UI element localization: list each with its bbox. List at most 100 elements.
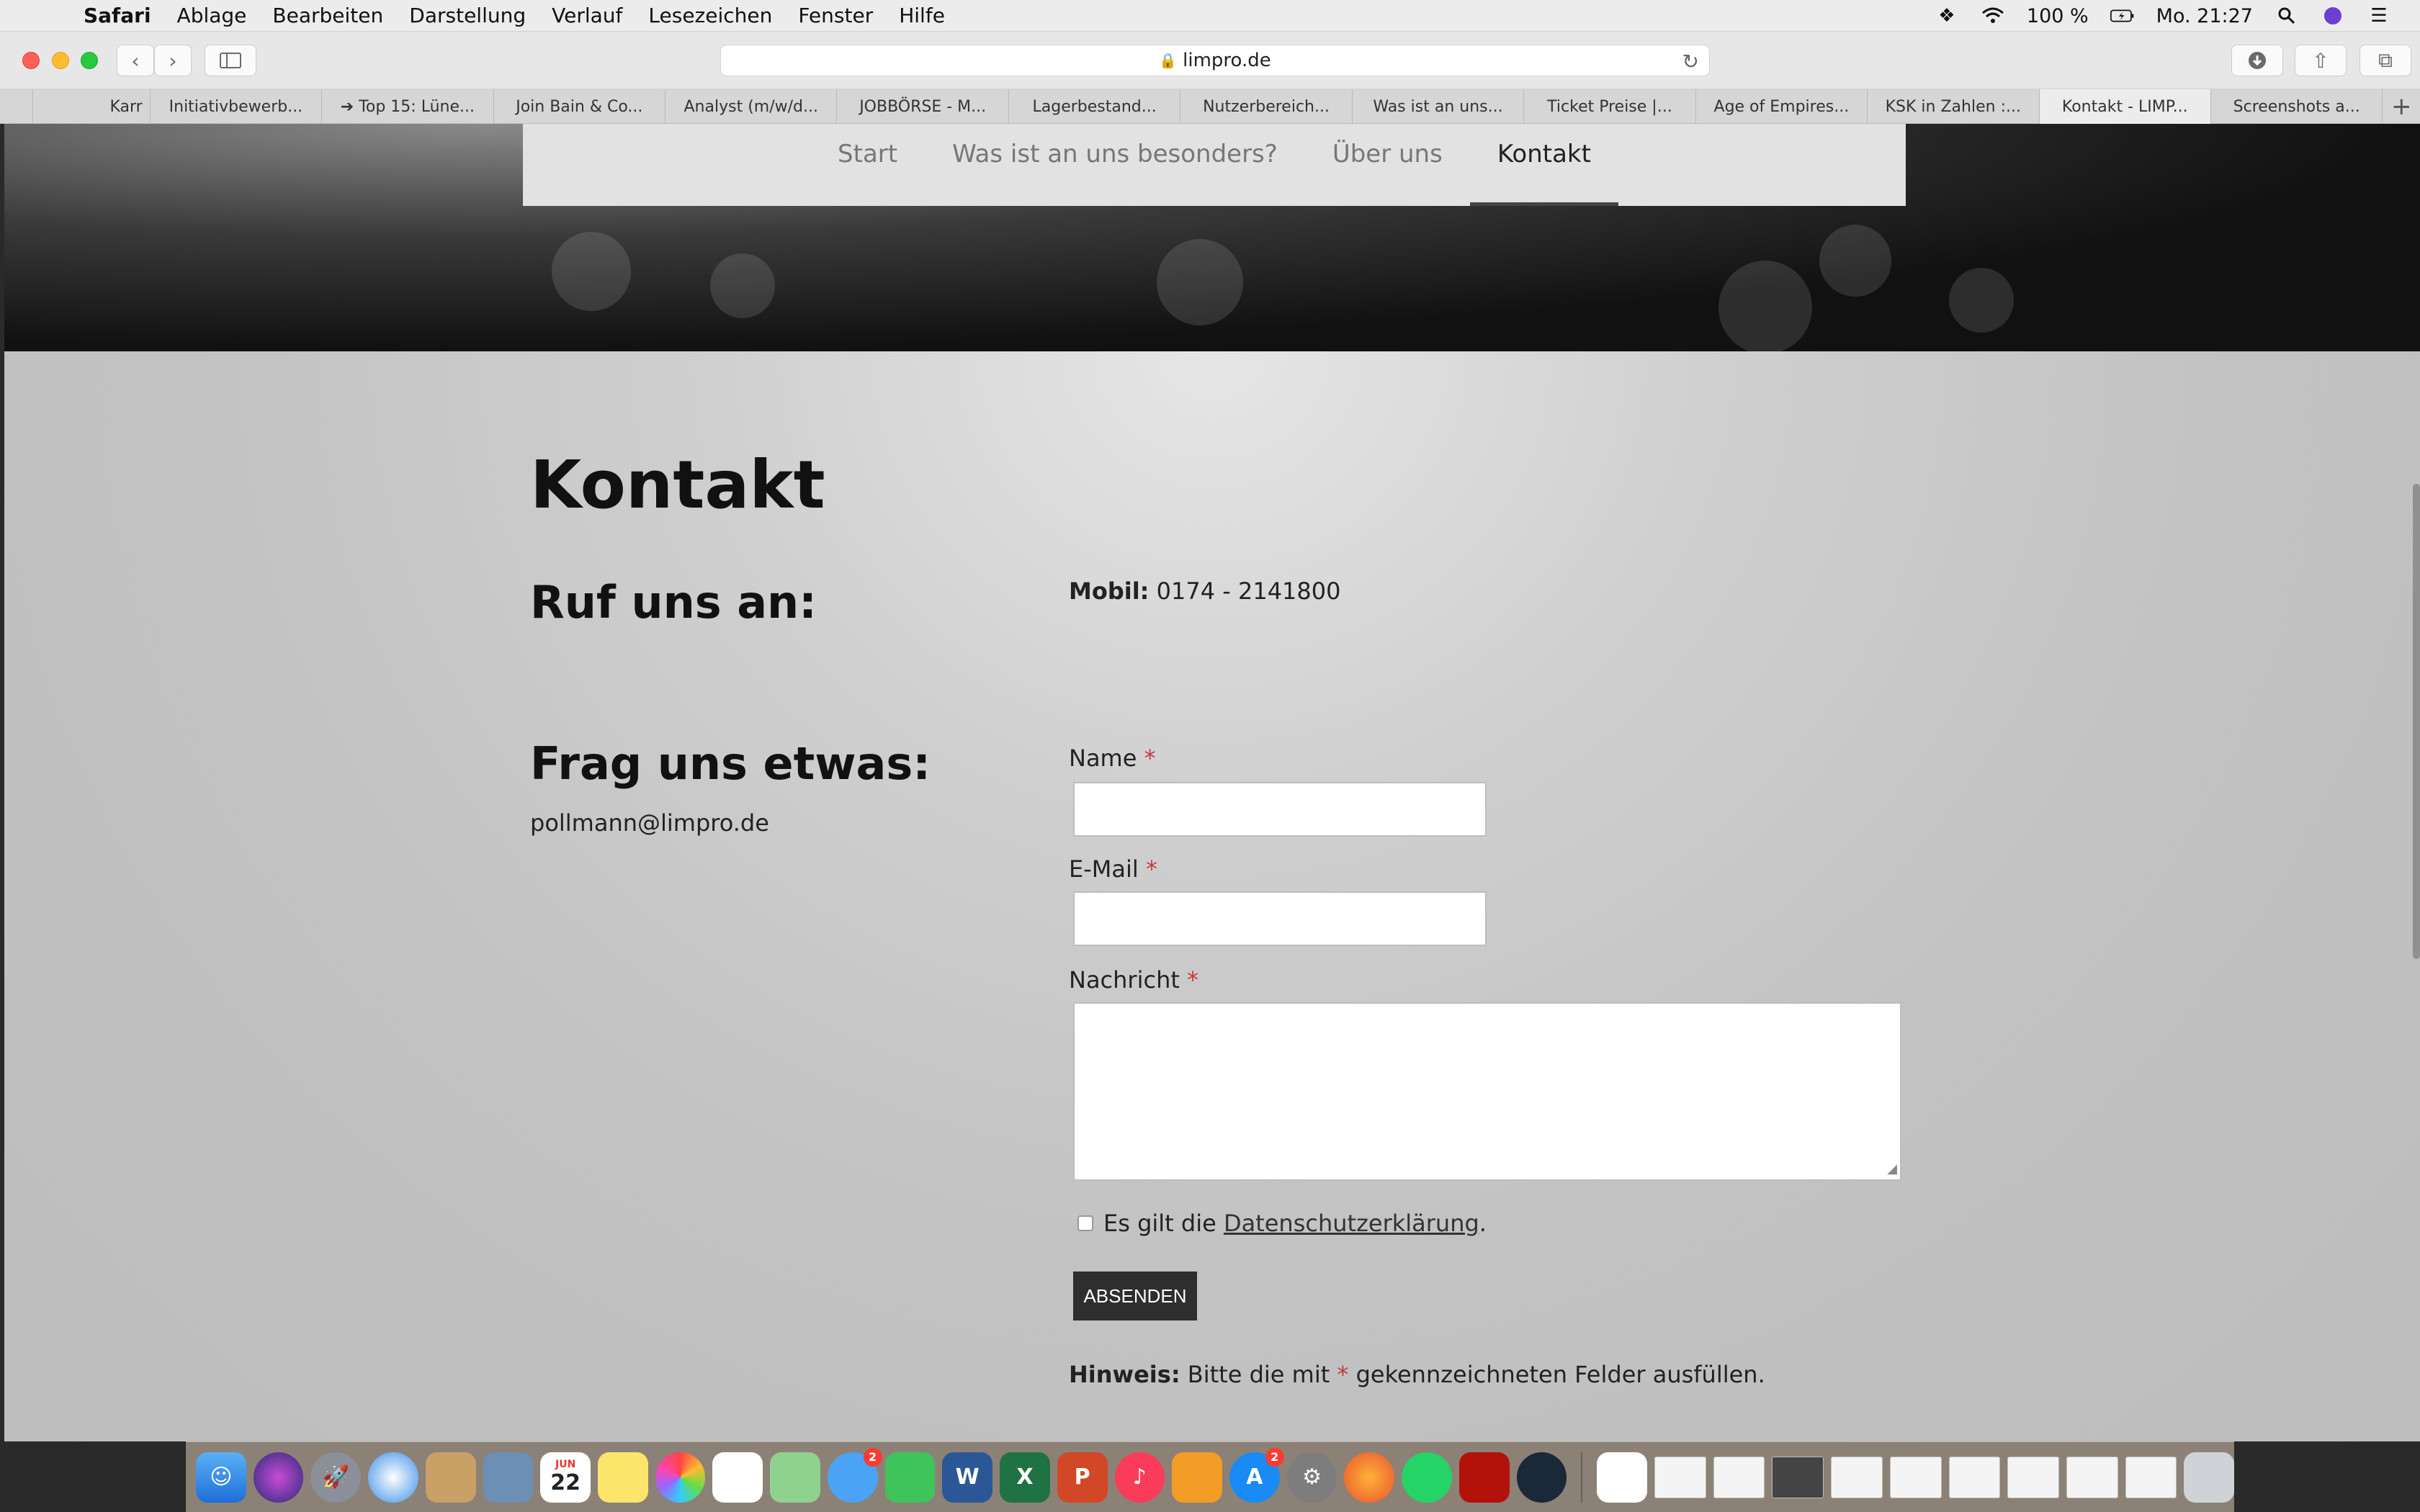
share-button[interactable]: ⇧ [2295,45,2347,76]
wifi-icon[interactable] [1981,5,2005,27]
tab-nutzerbereich[interactable]: Nutzerbereich... [1180,89,1353,124]
tab-age-of-empires[interactable]: Age of Empires... [1696,89,1868,124]
whatsapp-icon[interactable] [1402,1452,1452,1503]
privacy-checkbox[interactable] [1077,1215,1093,1231]
minimized-window-thumb[interactable] [1772,1456,1824,1498]
siri-icon[interactable] [2321,5,2345,27]
tab-was-ist-an-uns[interactable]: Was ist an uns... [1353,89,1525,124]
tab-kontakt[interactable]: Kontakt - LIMP... [2039,89,2211,124]
tab-karr[interactable]: Karr [33,89,151,124]
clock[interactable]: Mo. 21:27 [2156,5,2253,27]
firefox-icon[interactable] [1344,1452,1395,1503]
zoom-window-button[interactable] [81,52,98,69]
tab-top15[interactable]: ➔ Top 15: Lüne... [322,89,494,124]
itunes-icon[interactable]: ♪ [1114,1452,1165,1503]
reminders-icon[interactable] [712,1452,763,1503]
minimized-window-thumb[interactable] [2007,1456,2059,1498]
minimized-window-thumb[interactable] [1889,1456,1942,1498]
submit-button[interactable]: ABSENDEN [1073,1272,1197,1320]
tab-analyst[interactable]: Analyst (m/w/d... [666,89,838,124]
calendar-icon[interactable]: JUN 22 [540,1452,591,1503]
pdf-document-icon[interactable] [1597,1452,1647,1503]
back-button[interactable]: ‹ [117,45,154,76]
siri-dock-icon[interactable] [253,1452,304,1503]
nav-start[interactable]: Start [810,124,925,206]
hint-required-mark: * [1337,1361,1349,1388]
nav-ueber-uns[interactable]: Über uns [1305,124,1470,206]
reload-icon[interactable]: ↻ [1682,50,1699,73]
nav-kontakt[interactable]: Kontakt [1469,124,1619,206]
contact-email[interactable]: pollmann@limpro.de [530,809,769,837]
finder-icon[interactable]: ☺ [196,1452,246,1503]
page-scrollbar[interactable] [2413,484,2420,959]
tab-bain[interactable]: Join Bain & Co... [494,89,666,124]
tab-initiativbewerbung[interactable]: Initiativbewerb... [151,89,323,124]
acrobat-icon[interactable] [1458,1452,1510,1503]
menu-ablage[interactable]: Ablage [177,4,247,27]
minimized-window-thumb[interactable] [1948,1456,2001,1498]
minimized-window-thumb[interactable] [2125,1456,2177,1498]
photos-icon[interactable] [655,1452,706,1503]
mobile-info: Mobil: 0174 - 2141800 [1069,577,1340,605]
privacy-policy-link[interactable]: Datenschutzerklärung [1224,1210,1479,1237]
minimized-window-thumb[interactable] [2066,1456,2118,1498]
tab-ksk[interactable]: KSK in Zahlen :... [1868,89,2040,124]
menu-lesezeichen[interactable]: Lesezeichen [648,4,772,27]
minimized-window-thumb[interactable] [1654,1456,1706,1498]
powerpoint-icon[interactable]: P [1057,1452,1108,1503]
apple-icon[interactable] [27,0,62,32]
nav-was-ist-besonders[interactable]: Was ist an uns besonders? [925,124,1305,206]
system-preferences-icon[interactable]: ⚙ [1286,1452,1337,1503]
notification-center-icon[interactable]: ☰ [2367,5,2391,27]
launchpad-icon[interactable]: 🚀 [310,1452,362,1503]
name-input[interactable] [1073,782,1487,837]
books-icon[interactable] [1172,1452,1222,1503]
steam-icon[interactable] [1516,1452,1567,1503]
tab-ticket-preise[interactable]: Ticket Preise |... [1524,89,1696,124]
facetime-icon[interactable] [884,1452,936,1503]
resize-grip-icon[interactable]: ◢ [1887,1161,1897,1176]
app-store-icon[interactable]: A 2 [1229,1447,1284,1503]
menu-hilfe[interactable]: Hilfe [899,4,945,27]
menu-app-name[interactable]: Safari [84,4,151,27]
mobile-number[interactable]: 0174 - 2141800 [1157,577,1341,605]
message-label: Nachricht * [1069,966,1198,994]
tab-screenshots[interactable]: Screenshots a... [2211,89,2383,124]
tab-jobboerse[interactable]: JOBBÖRSE - M... [837,89,1009,124]
minimized-window-thumb[interactable] [1831,1456,1883,1498]
spotlight-icon[interactable] [2275,5,2299,27]
maps-icon[interactable] [770,1452,820,1503]
download-icon [2249,52,2266,69]
forward-button[interactable]: › [154,45,192,76]
chevron-left-icon: ‹ [131,48,140,73]
messages-icon[interactable]: 2 [827,1447,882,1503]
dock-separator [1581,1452,1583,1503]
page-title: Kontakt [530,446,825,523]
menu-bearbeiten[interactable]: Bearbeiten [272,4,383,27]
battery-icon[interactable] [2110,5,2135,27]
menu-darstellung[interactable]: Darstellung [409,4,526,27]
downloads-button[interactable] [2231,45,2283,76]
message-textarea[interactable]: ◢ [1073,1002,1901,1181]
sidebar-button[interactable] [205,45,256,76]
word-icon[interactable]: W [942,1452,993,1503]
excel-icon[interactable]: X [1000,1452,1050,1503]
contacts-icon[interactable] [425,1452,476,1503]
minimize-window-button[interactable] [52,52,69,69]
preview-icon[interactable] [483,1452,534,1503]
menu-verlauf[interactable]: Verlauf [552,4,622,27]
email-label: E-Mail * [1069,855,1157,883]
tab-pinned[interactable] [0,89,33,124]
email-input[interactable] [1073,891,1487,946]
new-tab-button[interactable]: + [2383,89,2420,123]
address-bar[interactable]: 🔒 limpro.de ↻ [720,45,1710,76]
minimized-window-thumb[interactable] [1713,1456,1765,1498]
menu-fenster[interactable]: Fenster [798,4,873,27]
safari-dock-icon[interactable] [368,1452,418,1503]
trash-icon[interactable] [2184,1452,2235,1503]
dropbox-icon[interactable]: ❖ [1935,5,1959,27]
tab-lagerbestand[interactable]: Lagerbestand... [1009,89,1181,124]
close-window-button[interactable] [22,52,40,69]
notes-icon[interactable] [598,1452,648,1503]
tab-overview-button[interactable]: ⧉ [2360,45,2411,76]
